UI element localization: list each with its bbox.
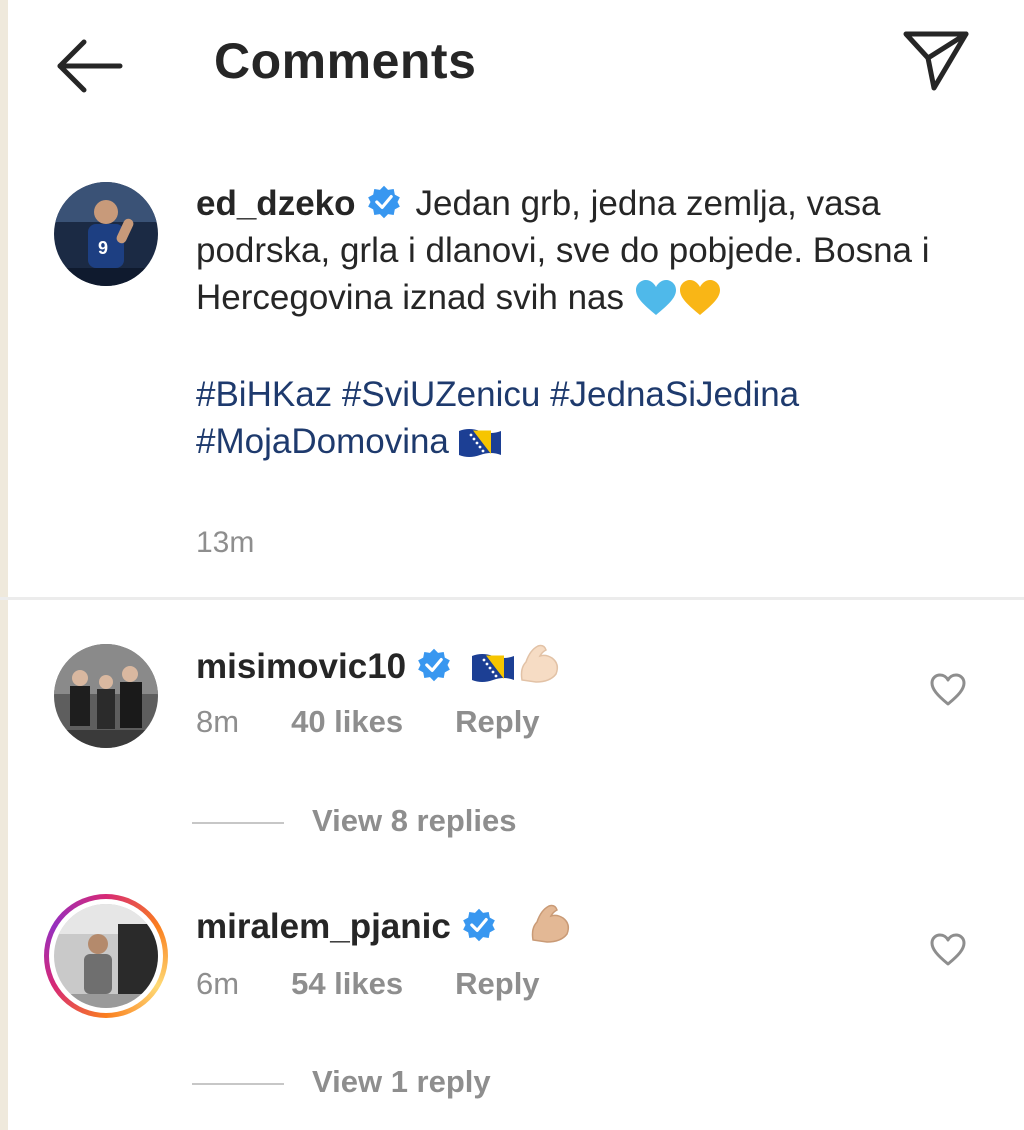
hashtag-link[interactable]: #BiHKaz	[196, 375, 332, 414]
avatar-photo: 9	[54, 182, 158, 286]
caption-timestamp: 13m	[196, 526, 255, 559]
heart-outline-icon	[930, 933, 966, 966]
likes-count[interactable]: 40 likes	[291, 704, 403, 739]
bosnia-flag-emoji	[470, 648, 516, 695]
flexed-biceps-emoji	[527, 900, 573, 955]
replies-rule	[192, 821, 284, 824]
story-ring[interactable]	[44, 894, 168, 1018]
verified-badge-icon	[418, 648, 450, 682]
caption-username[interactable]: ed_dzeko	[196, 184, 356, 223]
caption-hashtags: #BiHKaz #SviUZenicu #JednaSiJedina #Moja…	[196, 371, 986, 471]
comment-timestamp: 8m	[196, 704, 240, 739]
reply-button[interactable]: Reply	[455, 966, 539, 1001]
view-replies-label: View 1 reply	[312, 1064, 491, 1099]
comment-avatar[interactable]	[54, 644, 158, 748]
svg-text:9: 9	[98, 238, 108, 258]
hashtag-link[interactable]: #MojaDomovina	[196, 422, 449, 461]
share-button[interactable]	[898, 24, 974, 94]
yellow-heart-emoji	[678, 279, 722, 329]
caption-text: ed_dzeko Jedan grb, jedna zemlja, vasa po…	[196, 180, 986, 471]
hashtag-link[interactable]: #SviUZenicu	[342, 375, 540, 414]
back-button[interactable]	[50, 34, 130, 98]
comments-screen: Comments 9 ed_dzeko Jedan grb, jedna zeml…	[0, 0, 1024, 1130]
header: Comments	[0, 0, 1024, 130]
comment-avatar	[54, 904, 158, 1008]
view-replies-label: View 8 replies	[312, 803, 517, 838]
replies-rule	[192, 1082, 284, 1085]
comment-username[interactable]: miralem_pjanic	[196, 907, 451, 946]
avatar-photo	[54, 644, 158, 748]
like-button[interactable]	[928, 930, 968, 970]
divider	[0, 597, 1024, 600]
paper-plane-icon	[903, 31, 969, 91]
story-ring-gap	[49, 899, 163, 1013]
comment-text: miralem_pjanic	[196, 900, 573, 955]
view-replies-button[interactable]: View 1 reply	[192, 1064, 491, 1100]
comment-timestamp: 6m	[196, 966, 240, 1001]
view-replies-button[interactable]: View 8 replies	[192, 803, 517, 839]
comment-username[interactable]: misimovic10	[196, 647, 406, 686]
comment-meta: 6m 54 likes Reply	[196, 966, 540, 1002]
blue-heart-emoji	[634, 279, 678, 329]
like-button[interactable]	[928, 670, 968, 710]
likes-count[interactable]: 54 likes	[291, 966, 403, 1001]
verified-badge-icon	[463, 908, 495, 942]
left-edge	[0, 0, 8, 1130]
flexed-biceps-emoji	[516, 640, 562, 695]
verified-badge-icon	[367, 185, 400, 219]
heart-outline-icon	[930, 673, 966, 706]
bosnia-flag-emoji	[457, 424, 503, 471]
hashtag-link[interactable]: #JednaSiJedina	[550, 375, 799, 414]
arrow-left-icon	[57, 39, 123, 93]
page-title: Comments	[214, 33, 477, 89]
avatar-photo	[54, 904, 158, 1008]
comment-meta: 8m 40 likes Reply	[196, 704, 540, 740]
reply-button[interactable]: Reply	[455, 704, 539, 739]
comment-text: misimovic10	[196, 640, 562, 695]
caption-avatar[interactable]: 9	[54, 182, 158, 286]
